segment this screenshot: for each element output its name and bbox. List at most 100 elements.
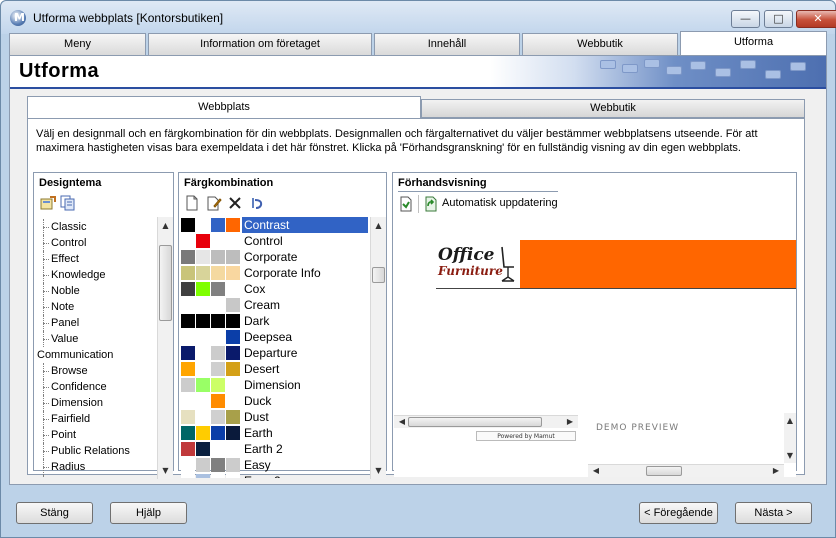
color-combination-name: Duck [244,394,272,408]
scroll-up-icon[interactable]: ▲ [784,413,796,428]
subtab-webbutik[interactable]: Webbutik [421,99,805,118]
chair-icon [501,246,515,282]
color-combination-row[interactable]: Corporate Info [180,265,368,281]
edit-color-icon[interactable] [206,195,222,211]
color-scrollbar[interactable]: ▲ ▼ [370,217,386,479]
tab-utforma[interactable]: Utforma [680,31,827,55]
theme-scrollbar[interactable]: ▲ ▼ [157,217,173,479]
auto-update-icon[interactable] [423,196,439,212]
color-swatch [181,218,195,232]
tab-meny[interactable]: Meny [9,33,146,55]
tree-item[interactable]: Classic [35,219,159,235]
previous-button[interactable]: < Föregående [639,502,718,524]
maximize-button[interactable]: □ [764,10,793,28]
scroll-thumb[interactable] [159,245,172,321]
preview-page-icon[interactable] [398,196,414,212]
scroll-right-icon[interactable]: ▶ [563,416,577,428]
tree-item[interactable]: Browse [35,363,159,379]
color-swatch [211,346,225,360]
color-swatch [196,234,210,248]
color-combination-row[interactable]: Desert [180,361,368,377]
close-dialog-button[interactable]: Stäng [16,502,93,524]
scroll-down-icon[interactable]: ▼ [784,448,796,463]
auto-update-label[interactable]: Automatisk uppdatering [442,197,558,209]
tree-item[interactable]: Control [35,235,159,251]
color-swatch [211,458,225,472]
theme-properties-icon[interactable] [40,195,56,211]
color-combination-row[interactable]: Corporate [180,249,368,265]
tree-item[interactable]: Confidence [35,379,159,395]
color-combination-row[interactable]: Cream [180,297,368,313]
help-button[interactable]: Hjälp [110,502,187,524]
tree-item[interactable]: Panel [35,315,159,331]
color-swatch [211,442,225,456]
color-combination-list[interactable]: Contrast Control Corporate Corporate Info Co… [180,217,368,478]
tree-item[interactable]: Fairfield [35,411,159,427]
tree-group[interactable]: Communication [35,347,159,363]
undo-color-icon[interactable] [249,195,265,211]
theme-copy-icon[interactable] [60,195,76,211]
color-combination-row[interactable]: Cox [180,281,368,297]
scroll-right-icon[interactable]: ▶ [769,465,783,477]
preview-inner-hscroll[interactable]: ◀ ▶ [394,415,578,428]
color-combination-row[interactable]: Departure [180,345,368,361]
tree-item[interactable]: Note [35,299,159,315]
color-combination-row[interactable]: Dust [180,409,368,425]
tree-item[interactable]: Shade [35,475,159,477]
preview-header-band [520,240,796,289]
scroll-down-icon[interactable]: ▼ [371,463,386,478]
color-swatch [226,330,240,344]
new-color-icon[interactable] [184,195,200,211]
preview-hscroll[interactable]: ◀ ▶ [588,464,784,477]
color-combination-row[interactable]: Dark [180,313,368,329]
scroll-down-icon[interactable]: ▼ [158,463,173,478]
tab-webbutik[interactable]: Webbutik [522,33,678,55]
delete-color-icon[interactable] [227,195,243,211]
color-combination-name: Cox [244,282,266,296]
color-swatch [226,362,240,376]
color-combination-row[interactable]: Earth [180,425,368,441]
color-swatch [181,234,195,248]
tree-item[interactable]: Radius [35,459,159,475]
color-combination-row[interactable]: Contrast [180,217,368,233]
tree-item[interactable]: Knowledge [35,267,159,283]
color-swatch [226,426,240,440]
color-swatch [181,378,195,392]
tree-item[interactable]: Point [35,427,159,443]
tree-item[interactable]: Dimension [35,395,159,411]
tree-item[interactable]: Effect [35,251,159,267]
color-combination-row[interactable]: Duck [180,393,368,409]
tab-innehall[interactable]: Innehåll [374,33,520,55]
preview-vscroll[interactable]: ▲ ▼ [784,413,796,463]
tree-item[interactable]: Value [35,331,159,347]
color-swatch [196,266,210,280]
color-combination-name: Corporate [244,250,298,264]
tab-information[interactable]: Information om företaget [148,33,372,55]
color-combination-row[interactable]: Earth 2 [180,441,368,457]
color-swatch [211,314,225,328]
next-button[interactable]: Nästa > [735,502,812,524]
scroll-up-icon[interactable]: ▲ [371,218,386,233]
subtab-webbplats[interactable]: Webbplats [27,96,421,119]
scroll-left-icon[interactable]: ◀ [395,416,409,428]
color-combination-row[interactable]: Dimension [180,377,368,393]
color-combination-name: Departure [244,346,298,360]
tree-item[interactable]: Public Relations [35,443,159,459]
scroll-left-icon[interactable]: ◀ [589,465,603,477]
color-swatch [181,426,195,440]
color-combination-row[interactable]: Deepsea [180,329,368,345]
color-swatch [226,458,240,472]
close-button[interactable]: ✕ [796,10,836,28]
color-combination-row[interactable]: Control [180,233,368,249]
scroll-thumb[interactable] [372,267,385,283]
tree-item-label: Classic [51,221,87,233]
color-combination-name: Easy [244,458,271,472]
scroll-thumb[interactable] [408,417,542,427]
color-combination-row[interactable]: Easy 2 [180,473,368,478]
tree-item[interactable]: Noble [35,283,159,299]
scroll-up-icon[interactable]: ▲ [158,218,173,233]
color-combination-row[interactable]: Easy [180,457,368,473]
scroll-thumb[interactable] [646,466,682,476]
minimize-button[interactable]: — [731,10,760,28]
design-theme-tree[interactable]: Classic Control Effect Knowledge Noble Note Pa… [35,219,159,477]
